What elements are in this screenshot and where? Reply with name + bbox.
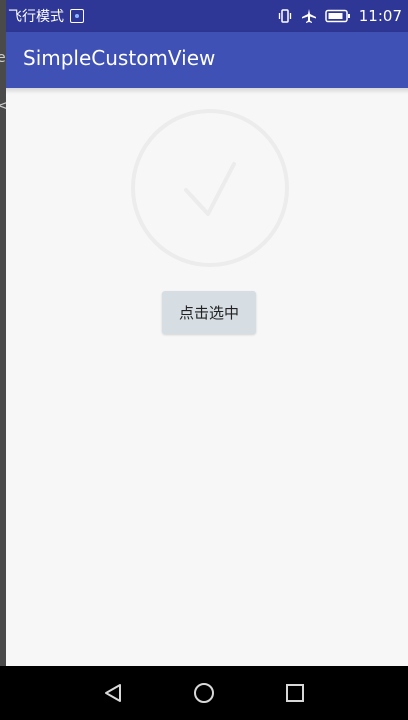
app-title: SimpleCustomView: [23, 46, 216, 70]
status-left: 飞行模式: [8, 0, 84, 32]
status-time: 11:07: [358, 7, 402, 25]
airplane-mode-label: 飞行模式: [8, 9, 64, 25]
vibrate-icon: [277, 8, 293, 24]
app-bar: SimpleCustomView: [6, 32, 408, 88]
navigation-bar: [0, 666, 408, 720]
airplane-mode-icon: [301, 8, 317, 24]
app-window: 飞行模式 11:07 SimpleCustomView 点击选中: [6, 0, 408, 666]
recents-icon[interactable]: [283, 681, 307, 705]
background-text-fragment: e: [0, 50, 6, 66]
checkmark-circle-icon[interactable]: [130, 108, 290, 268]
battery-icon: [325, 9, 351, 23]
home-icon[interactable]: [192, 681, 216, 705]
back-icon[interactable]: [101, 681, 125, 705]
sim-icon: [70, 9, 84, 23]
status-right: 11:07: [277, 0, 402, 32]
select-button[interactable]: 点击选中: [162, 291, 256, 334]
app-bar-shadow: [6, 88, 408, 94]
status-bar: 飞行模式 11:07: [6, 0, 408, 32]
